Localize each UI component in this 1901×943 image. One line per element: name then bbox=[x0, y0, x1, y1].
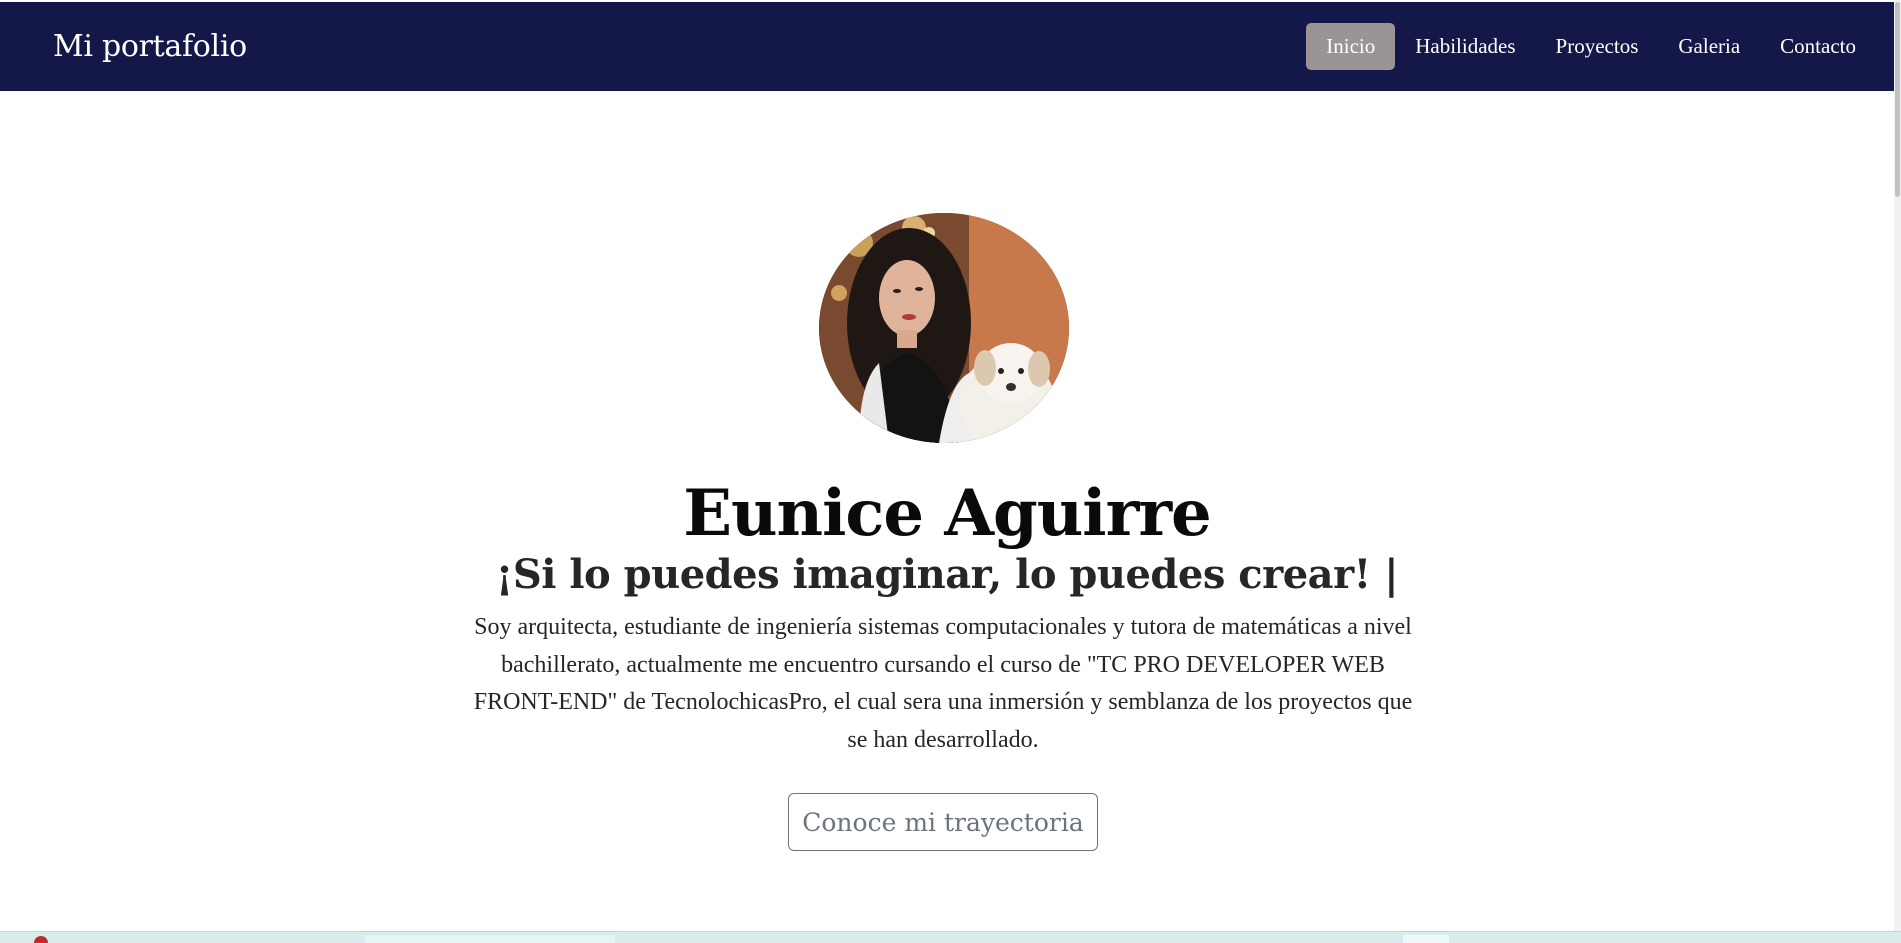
hero-name: Eunice Aguirre bbox=[683, 476, 1212, 551]
taskbar-app-icon[interactable] bbox=[34, 936, 48, 943]
hero-bio: Soy arquitecta, estudiante de ingeniería… bbox=[473, 614, 1413, 753]
scrollbar-thumb[interactable] bbox=[1895, 2, 1900, 197]
conoce-trayectoria-button[interactable]: Conoce mi trayectoria bbox=[788, 793, 1098, 851]
profile-photo bbox=[819, 213, 1069, 443]
page: Mi portafolio Inicio Habilidades Proyect… bbox=[0, 0, 1901, 943]
taskbar-slot[interactable] bbox=[365, 935, 615, 943]
taskbar-slot[interactable] bbox=[1403, 935, 1449, 943]
vertical-scrollbar[interactable] bbox=[1894, 0, 1901, 931]
nav-link-inicio[interactable]: Inicio bbox=[1306, 23, 1396, 70]
profile-photo-illustration bbox=[819, 213, 1069, 443]
nav-links: Inicio Habilidades Proyectos Galeria Con… bbox=[1306, 23, 1876, 70]
nav-link-contacto[interactable]: Contacto bbox=[1760, 23, 1876, 70]
nav-link-habilidades[interactable]: Habilidades bbox=[1395, 23, 1535, 70]
hero-tagline: ¡Si lo puedes imaginar, lo puedes crear!… bbox=[495, 551, 1399, 598]
brand-logo[interactable]: Mi portafolio bbox=[53, 29, 247, 64]
nav-link-galeria[interactable]: Galeria bbox=[1658, 23, 1760, 70]
top-navbar: Mi portafolio Inicio Habilidades Proyect… bbox=[0, 2, 1894, 91]
nav-link-proyectos[interactable]: Proyectos bbox=[1536, 23, 1659, 70]
os-taskbar bbox=[0, 931, 1901, 943]
